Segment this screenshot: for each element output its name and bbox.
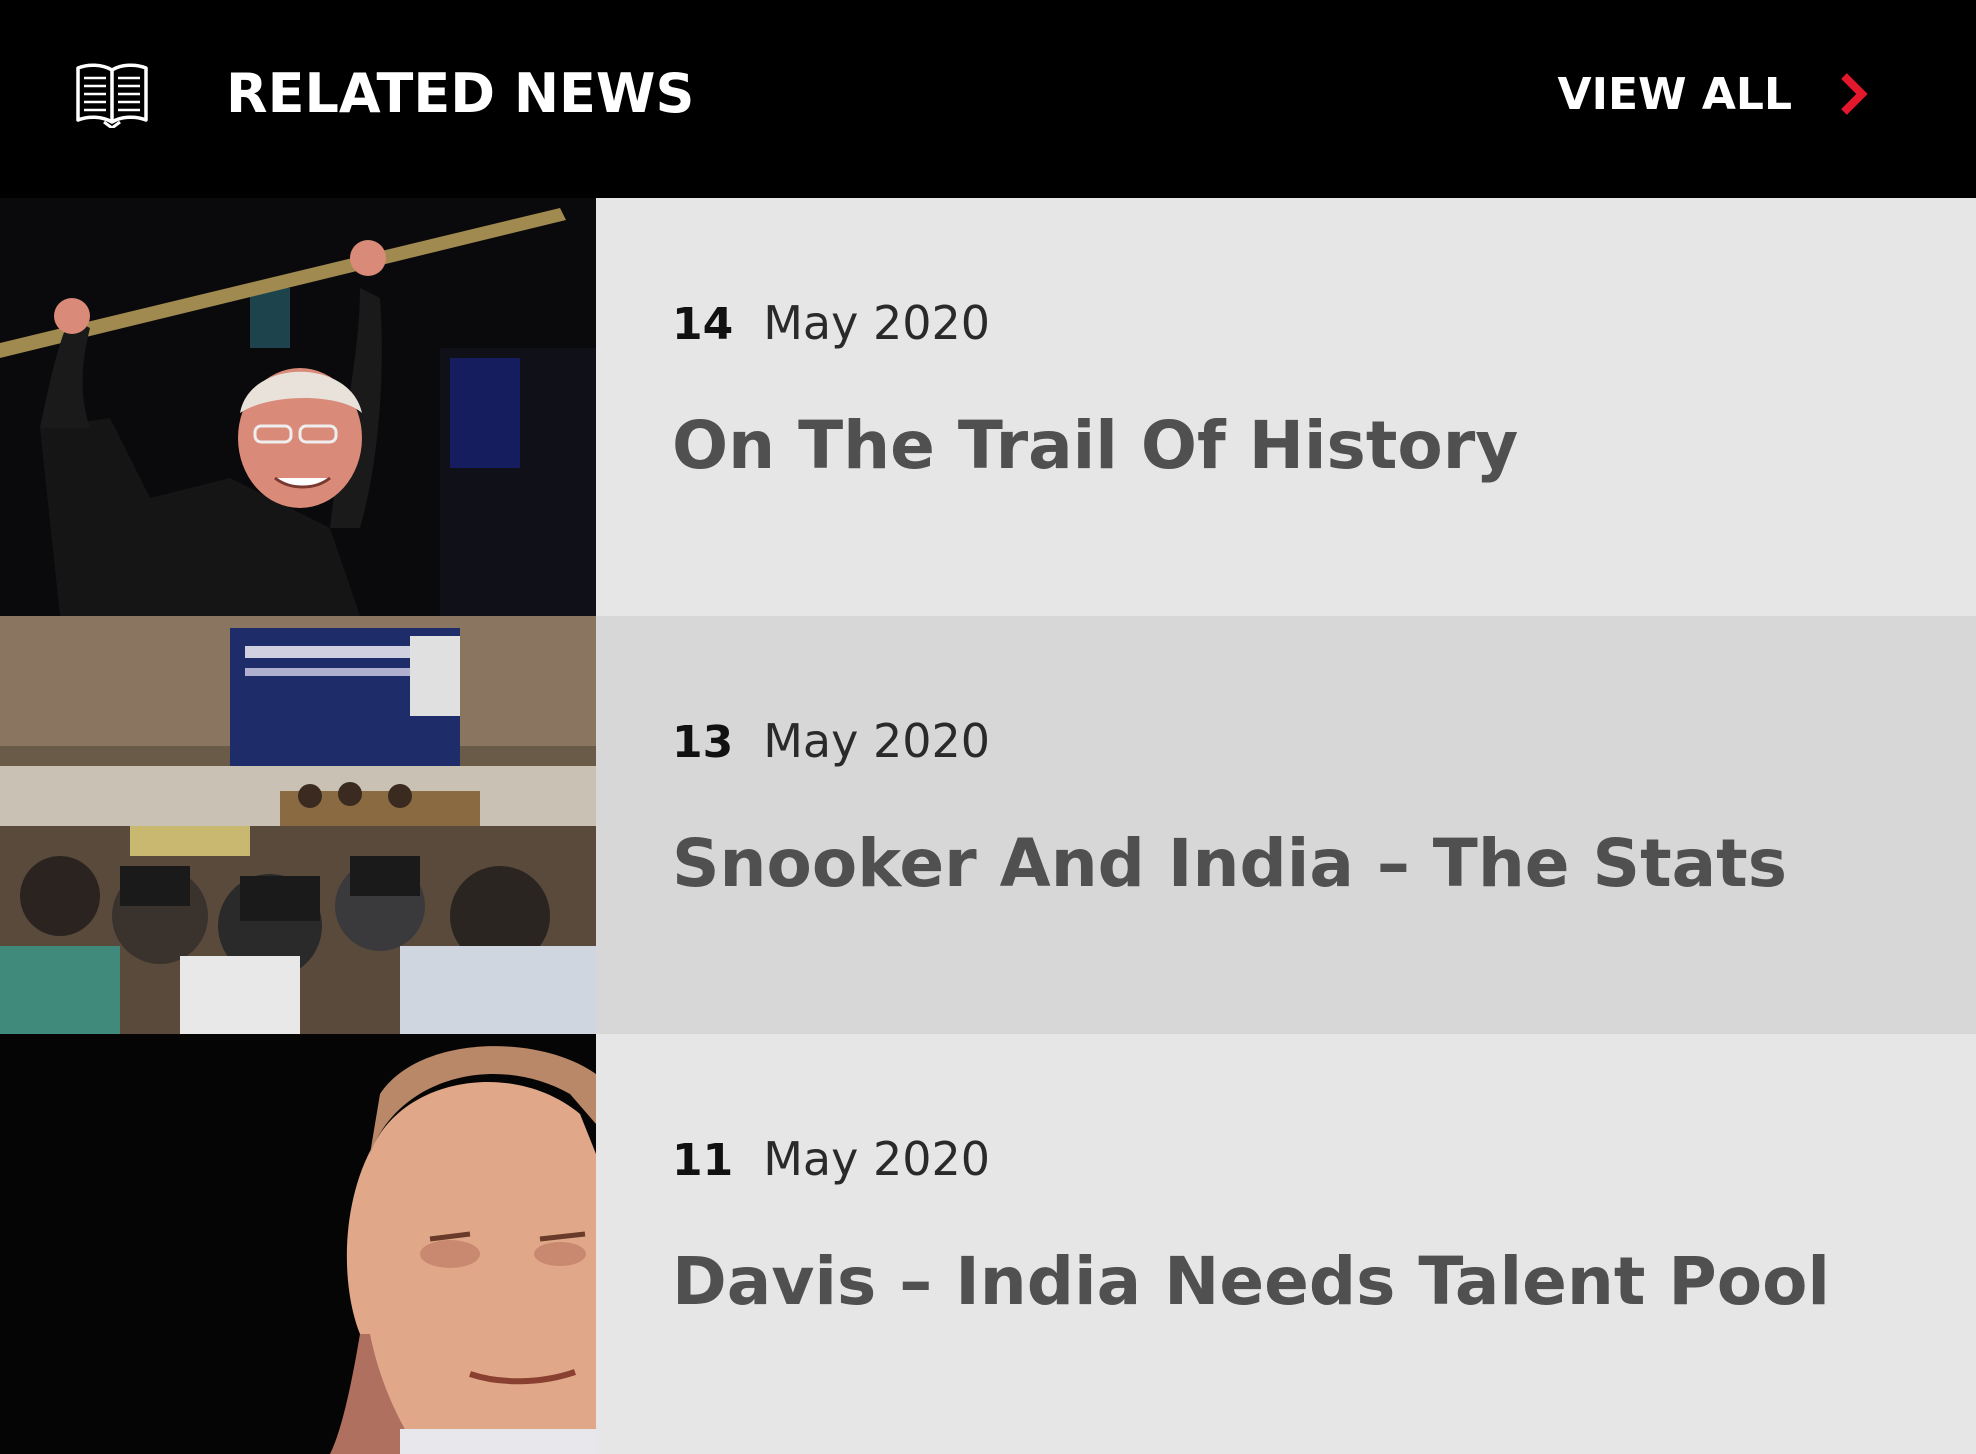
news-date: 14 May 2020 (672, 296, 990, 352)
news-date-month-year: May 2020 (763, 296, 991, 350)
news-thumbnail-image[interactable] (0, 198, 596, 616)
news-thumbnail-image[interactable] (0, 1034, 596, 1454)
news-title[interactable]: Snooker And India – The Stats (672, 824, 1787, 904)
related-news-widget: RELATED NEWS VIEW ALL 14 May 2020 On The… (0, 0, 1976, 1454)
news-title[interactable]: Davis – India Needs Talent Pool (672, 1242, 1830, 1322)
news-date: 11 May 2020 (672, 1132, 990, 1188)
news-date-day: 14 (672, 299, 734, 350)
news-date-month-year: May 2020 (763, 714, 991, 768)
news-date: 13 May 2020 (672, 714, 990, 770)
news-date-day: 11 (672, 1135, 734, 1186)
news-item[interactable]: 13 May 2020 Snooker And India – The Stat… (0, 616, 1976, 1034)
view-all-link[interactable]: VIEW ALL (1558, 62, 1868, 126)
open-book-icon (76, 63, 148, 128)
news-item[interactable]: 14 May 2020 On The Trail Of History (0, 198, 1976, 616)
news-item[interactable]: 11 May 2020 Davis – India Needs Talent P… (0, 1034, 1976, 1454)
news-thumbnail-image[interactable] (0, 616, 596, 1034)
news-title[interactable]: On The Trail Of History (672, 406, 1518, 486)
section-title: RELATED NEWS (226, 62, 695, 125)
view-all-label: VIEW ALL (1557, 68, 1792, 120)
related-news-header: RELATED NEWS VIEW ALL (0, 0, 1976, 198)
news-date-day: 13 (672, 717, 734, 768)
chevron-right-icon (1841, 73, 1868, 115)
news-date-month-year: May 2020 (763, 1132, 991, 1186)
